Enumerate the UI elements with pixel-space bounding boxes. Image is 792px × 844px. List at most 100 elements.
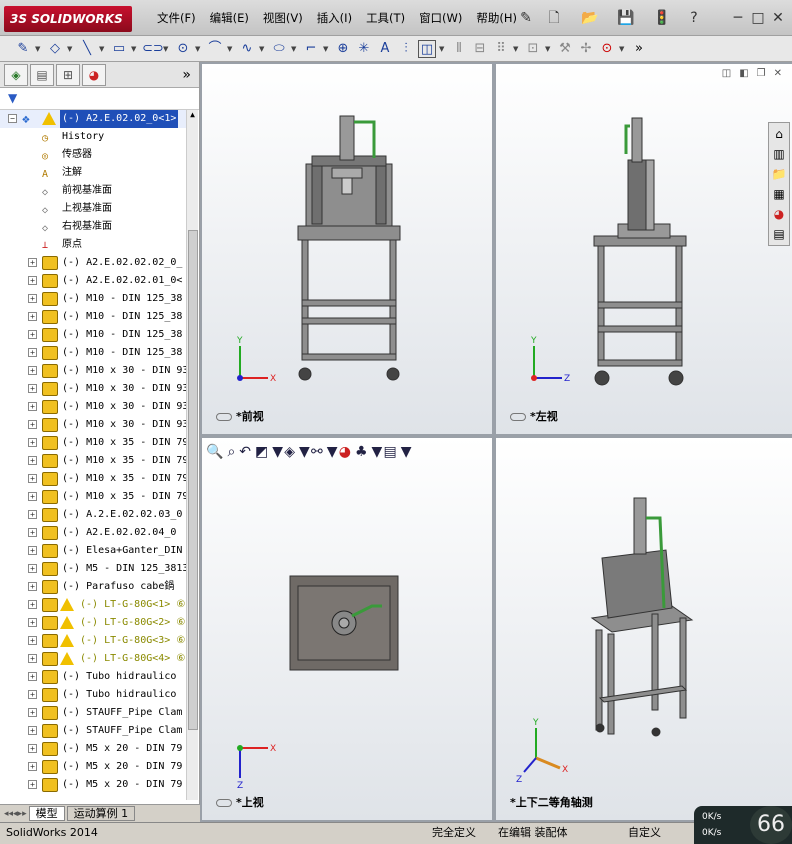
expand-icon[interactable]: + xyxy=(28,402,37,411)
chevron-down-icon[interactable]: ▼ xyxy=(323,45,331,53)
scroll-up-icon[interactable]: ▲ xyxy=(187,110,198,122)
tree-item[interactable]: + (-) M10 x 35 - DIN 79 xyxy=(0,452,190,470)
tree-item[interactable]: ◇ 上视基准面 xyxy=(0,200,190,218)
zoom-area-icon[interactable]: ⌕ xyxy=(227,444,235,460)
rapid-sketch-icon[interactable]: ⊙ xyxy=(598,40,616,58)
chevron-down-icon[interactable]: ▼ xyxy=(327,444,338,460)
relations-icon[interactable]: ⊡ xyxy=(524,40,542,58)
close-button[interactable]: ✕ xyxy=(768,8,788,28)
design-library-icon[interactable]: 📁 xyxy=(771,165,787,183)
tree-item[interactable]: + (-) M10 x 35 - DIN 79 xyxy=(0,470,190,488)
chevron-down-icon[interactable]: ▼ xyxy=(259,45,267,53)
expand-icon[interactable]: + xyxy=(28,636,37,645)
expand-icon[interactable]: + xyxy=(28,510,37,519)
tree-item[interactable]: + (-) M10 - DIN 125_38 xyxy=(0,326,190,344)
expand-icon[interactable]: + xyxy=(28,348,37,357)
tree-item[interactable]: + (-) M10 x 30 - DIN 93 xyxy=(0,398,190,416)
chevron-down-icon[interactable]: ▼ xyxy=(227,45,235,53)
expand-icon[interactable]: + xyxy=(28,708,37,717)
configuration-tab-icon[interactable]: ⊞ xyxy=(56,63,80,86)
tree-item[interactable]: + (-) M10 x 30 - DIN 93 xyxy=(0,416,190,434)
chevron-down-icon[interactable]: ▼ xyxy=(131,45,139,53)
rectangle-icon[interactable]: ▭ xyxy=(110,40,128,58)
tree-item[interactable]: + (-) M10 x 30 - DIN 93 xyxy=(0,362,190,380)
expand-icon[interactable]: + xyxy=(28,672,37,681)
expand-icon[interactable]: + xyxy=(28,654,37,663)
property-tab-icon[interactable]: ▤ xyxy=(30,63,54,86)
expand-icon[interactable]: + xyxy=(28,492,37,501)
chevron-down-icon[interactable]: ▼ xyxy=(299,444,310,460)
tree-item[interactable]: + (-) M10 - DIN 125_38 xyxy=(0,344,190,362)
appearance-icon[interactable]: ◕ xyxy=(339,444,351,460)
restore-window-icon[interactable]: ❐ xyxy=(757,68,766,79)
tree-item[interactable]: + (-) A2.E.02.02.02_0_ xyxy=(0,254,190,272)
fillet-icon[interactable]: ⌐ xyxy=(302,40,320,58)
tree-item[interactable]: + (-) M5 - DIN 125_3813 xyxy=(0,560,190,578)
more-icon[interactable]: » xyxy=(630,40,648,58)
maximize-button[interactable]: □ xyxy=(748,8,768,28)
trim-icon[interactable]: ⫶ xyxy=(397,40,415,58)
new-document-icon[interactable]: 🗋 xyxy=(544,8,564,28)
menu-insert[interactable]: 插入(I) xyxy=(310,10,359,26)
solidworks-logo[interactable]: 3S SOLIDWORKS xyxy=(4,6,132,32)
tree-item[interactable]: + (-) A2.E.02.02.01_0< xyxy=(0,272,190,290)
help-icon[interactable]: ? xyxy=(684,8,704,28)
expand-icon[interactable]: + xyxy=(28,294,37,303)
tree-item[interactable]: A 注解 xyxy=(0,164,190,182)
expand-icon[interactable]: + xyxy=(28,528,37,537)
chevron-down-icon[interactable]: ▼ xyxy=(99,45,107,53)
scroll-thumb[interactable] xyxy=(188,230,198,730)
expand-icon[interactable]: + xyxy=(28,564,37,573)
tree-item[interactable]: + (-) M5 x 20 - DIN 79 xyxy=(0,758,190,776)
chevron-down-icon[interactable]: ▼ xyxy=(545,45,553,53)
filter-icon[interactable]: ▼ xyxy=(8,91,17,105)
quick-snaps-icon[interactable]: ✢ xyxy=(577,40,595,58)
viewport-left[interactable]: ◫ ◧ ❐ ✕ Y Z *左视 xyxy=(496,64,792,434)
expand-icon[interactable]: + xyxy=(28,456,37,465)
expand-icon[interactable]: + xyxy=(28,384,37,393)
move-icon[interactable]: ⊟ xyxy=(471,40,489,58)
tree-scrollbar[interactable]: ▲ xyxy=(186,110,198,800)
tile-vertical-icon[interactable]: ◧ xyxy=(739,68,748,79)
tree-item[interactable]: + (-) STAUFF_Pipe Clam xyxy=(0,704,190,722)
slot-icon[interactable]: ⊂⊃ xyxy=(142,40,164,58)
resources-icon[interactable]: ▥ xyxy=(771,145,787,163)
pin-icon[interactable]: ✎ xyxy=(516,8,536,28)
expand-icon[interactable]: + xyxy=(28,438,37,447)
tree-item[interactable]: + (-) Parafuso cabe鍋 xyxy=(0,578,190,596)
tab-model[interactable]: 模型 xyxy=(28,806,65,821)
collapse-icon[interactable]: − xyxy=(8,114,17,123)
rebuild-icon[interactable]: 🚦 xyxy=(652,8,672,28)
tree-item[interactable]: + (-) Elesa+Ganter_DIN xyxy=(0,542,190,560)
tree-item[interactable]: ⊥ 原点 xyxy=(0,236,190,254)
feature-tree-tab-icon[interactable]: ◈ xyxy=(4,63,28,86)
tree-item[interactable]: ◇ 右视基准面 xyxy=(0,218,190,236)
chevron-down-icon[interactable]: ▼ xyxy=(195,45,203,53)
expand-icon[interactable]: + xyxy=(28,690,37,699)
tree-item[interactable]: + (-) LT-G-80G<1> ⑥ xyxy=(0,596,190,614)
arc-icon[interactable]: ⌒ xyxy=(206,40,224,58)
save-icon[interactable]: 💾 xyxy=(616,8,636,28)
viewport-top[interactable]: Z X *上视 xyxy=(202,438,492,820)
custom-units[interactable]: 自定义 xyxy=(628,823,661,843)
tree-item[interactable]: + (-) M5 x 20 - DIN 79 xyxy=(0,740,190,758)
chevron-down-icon[interactable]: ▼ xyxy=(67,45,75,53)
display-style-icon[interactable]: ⚯ xyxy=(311,444,323,460)
chevron-down-icon[interactable]: ▼ xyxy=(513,45,521,53)
expand-icon[interactable]: + xyxy=(28,474,37,483)
mirror-icon[interactable]: ⦀ xyxy=(450,40,468,58)
zoom-to-fit-icon[interactable]: 🔍 xyxy=(206,444,223,460)
expand-icon[interactable]: + xyxy=(28,762,37,771)
plane-icon[interactable]: ⊕ xyxy=(334,40,352,58)
tree-item[interactable]: + (-) M10 x 35 - DIN 79 xyxy=(0,434,190,452)
menu-tools[interactable]: 工具(T) xyxy=(359,10,412,26)
expand-icon[interactable]: + xyxy=(28,582,37,591)
spline-icon[interactable]: ∿ xyxy=(238,40,256,58)
tab-motion-study[interactable]: 运动算例 1 xyxy=(66,806,136,821)
link-icon[interactable] xyxy=(216,413,232,421)
expand-icon[interactable]: + xyxy=(28,618,37,627)
menu-edit[interactable]: 编辑(E) xyxy=(203,10,256,26)
tree-item[interactable]: + (-) A2.E.02.02.04_0 xyxy=(0,524,190,542)
graphics-area[interactable]: Y X *前视 ◫ ◧ ❐ ✕ Y Z *左视 Z X *上视 Y X Z *上… xyxy=(200,62,792,822)
line-icon[interactable]: ╲ xyxy=(78,40,96,58)
